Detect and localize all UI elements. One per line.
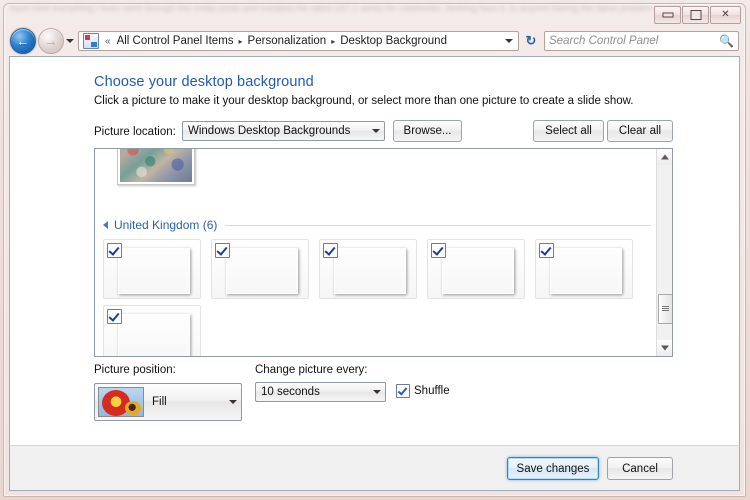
thumbnail-stonehenge[interactable] [103,239,201,299]
address-dropdown-icon[interactable] [502,32,516,50]
search-placeholder: Search Control Panel [549,35,659,47]
breadcrumb-item-desktop-background[interactable]: Desktop Background [337,33,450,49]
thumbnail-checkbox[interactable] [431,243,446,258]
group-divider [225,224,651,226]
select-all-button[interactable]: Select all [533,120,604,142]
picture-position-select[interactable]: Fill [94,383,242,421]
thumbnail-checkbox[interactable] [539,243,554,258]
chevron-down-icon[interactable] [367,122,384,140]
picture-location-select[interactable]: Windows Desktop Backgrounds [182,121,385,141]
picture-location-label: Picture location: [94,126,176,138]
forward-button[interactable]: → [38,28,64,54]
scrollbar-thumb[interactable] [658,294,672,324]
thumbnail-image [120,149,192,182]
thumbnail-frame [442,248,514,294]
picture-location-value: Windows Desktop Backgrounds [188,125,351,137]
content-pane: Choose your desktop background Click a p… [9,56,740,445]
control-panel-window: ✕ ← → « All Control Panel Items ▸ Person… [3,3,746,497]
scroll-up-icon[interactable] [657,149,672,165]
dialog-footer: Save changes Cancel [9,445,740,491]
breadcrumb-overflow-icon[interactable]: « [105,36,111,47]
thumbnail-giants-causeway[interactable] [427,239,525,299]
shuffle-checkbox[interactable]: Shuffle [396,384,450,398]
partial-thumbnail-above[interactable] [117,149,195,185]
breadcrumb-item-all-control-panel-items[interactable]: All Control Panel Items [114,33,237,49]
thumbnail-loch-sunrise[interactable] [319,239,417,299]
thumbnail-checkbox[interactable] [107,243,122,258]
collapse-triangle-icon[interactable] [103,221,108,229]
minimize-button[interactable] [654,6,681,24]
shuffle-label: Shuffle [414,385,450,397]
chevron-down-icon[interactable] [368,383,385,401]
back-button[interactable]: ← [10,28,36,54]
thumbnail-white-cliffs[interactable] [103,305,201,356]
thumbnail-london-bridge[interactable] [211,239,309,299]
scroll-down-icon[interactable] [657,340,672,356]
group-header-united-kingdom[interactable]: United Kingdom (6) [103,217,651,233]
browse-button[interactable]: Browse... [393,120,462,142]
page-subtitle: Click a picture to make it your desktop … [94,95,634,107]
thumbnail-coastal-castle[interactable] [535,239,633,299]
close-button[interactable]: ✕ [710,6,741,24]
change-picture-interval-select[interactable]: 10 seconds [255,382,386,402]
title-bar: ✕ [4,4,745,26]
thumbnail-checkbox[interactable] [107,309,122,324]
thumbnail-checkbox[interactable] [323,243,338,258]
address-bar: ← → « All Control Panel Items ▸ Personal… [4,26,745,56]
control-panel-icon [83,33,99,49]
breadcrumb-separator-icon[interactable]: ▸ [239,37,243,46]
thumbnail-frame [118,248,190,294]
picture-position-label: Picture position: [94,364,176,376]
search-icon: 🔍 [719,34,734,48]
breadcrumb-item-personalization[interactable]: Personalization [245,33,330,49]
save-changes-button[interactable]: Save changes [507,457,599,480]
wallpaper-list: United Kingdom (6) [95,149,657,356]
thumbnail-checkbox[interactable] [215,243,230,258]
change-picture-label: Change picture every: [255,364,368,376]
picture-position-value: Fill [152,396,167,408]
breadcrumb[interactable]: « All Control Panel Items ▸ Personalizat… [78,31,519,51]
window-controls: ✕ [654,6,741,24]
refresh-icon[interactable]: ↻ [522,31,540,51]
chevron-down-icon[interactable] [224,384,241,420]
thumbnail-frame [118,314,190,356]
search-input[interactable]: Search Control Panel 🔍 [544,31,739,51]
thumbnail-grid [103,239,655,356]
thumbnail-frame [226,248,298,294]
vertical-scrollbar[interactable] [656,149,672,356]
checkbox-box[interactable] [396,384,410,398]
maximize-button[interactable] [682,6,709,24]
change-picture-interval-value: 10 seconds [261,386,320,398]
page-title: Choose your desktop background [94,74,314,90]
group-title[interactable]: United Kingdom (6) [114,218,217,232]
thumbnail-frame [550,248,622,294]
picture-position-preview-icon [98,387,144,417]
wallpaper-list-panel: United Kingdom (6) [94,148,673,357]
thumbnail-frame [334,248,406,294]
breadcrumb-separator-icon[interactable]: ▸ [331,37,335,46]
recent-pages-dropdown[interactable] [64,29,76,53]
clear-all-button[interactable]: Clear all [607,120,673,142]
cancel-button[interactable]: Cancel [607,457,673,480]
